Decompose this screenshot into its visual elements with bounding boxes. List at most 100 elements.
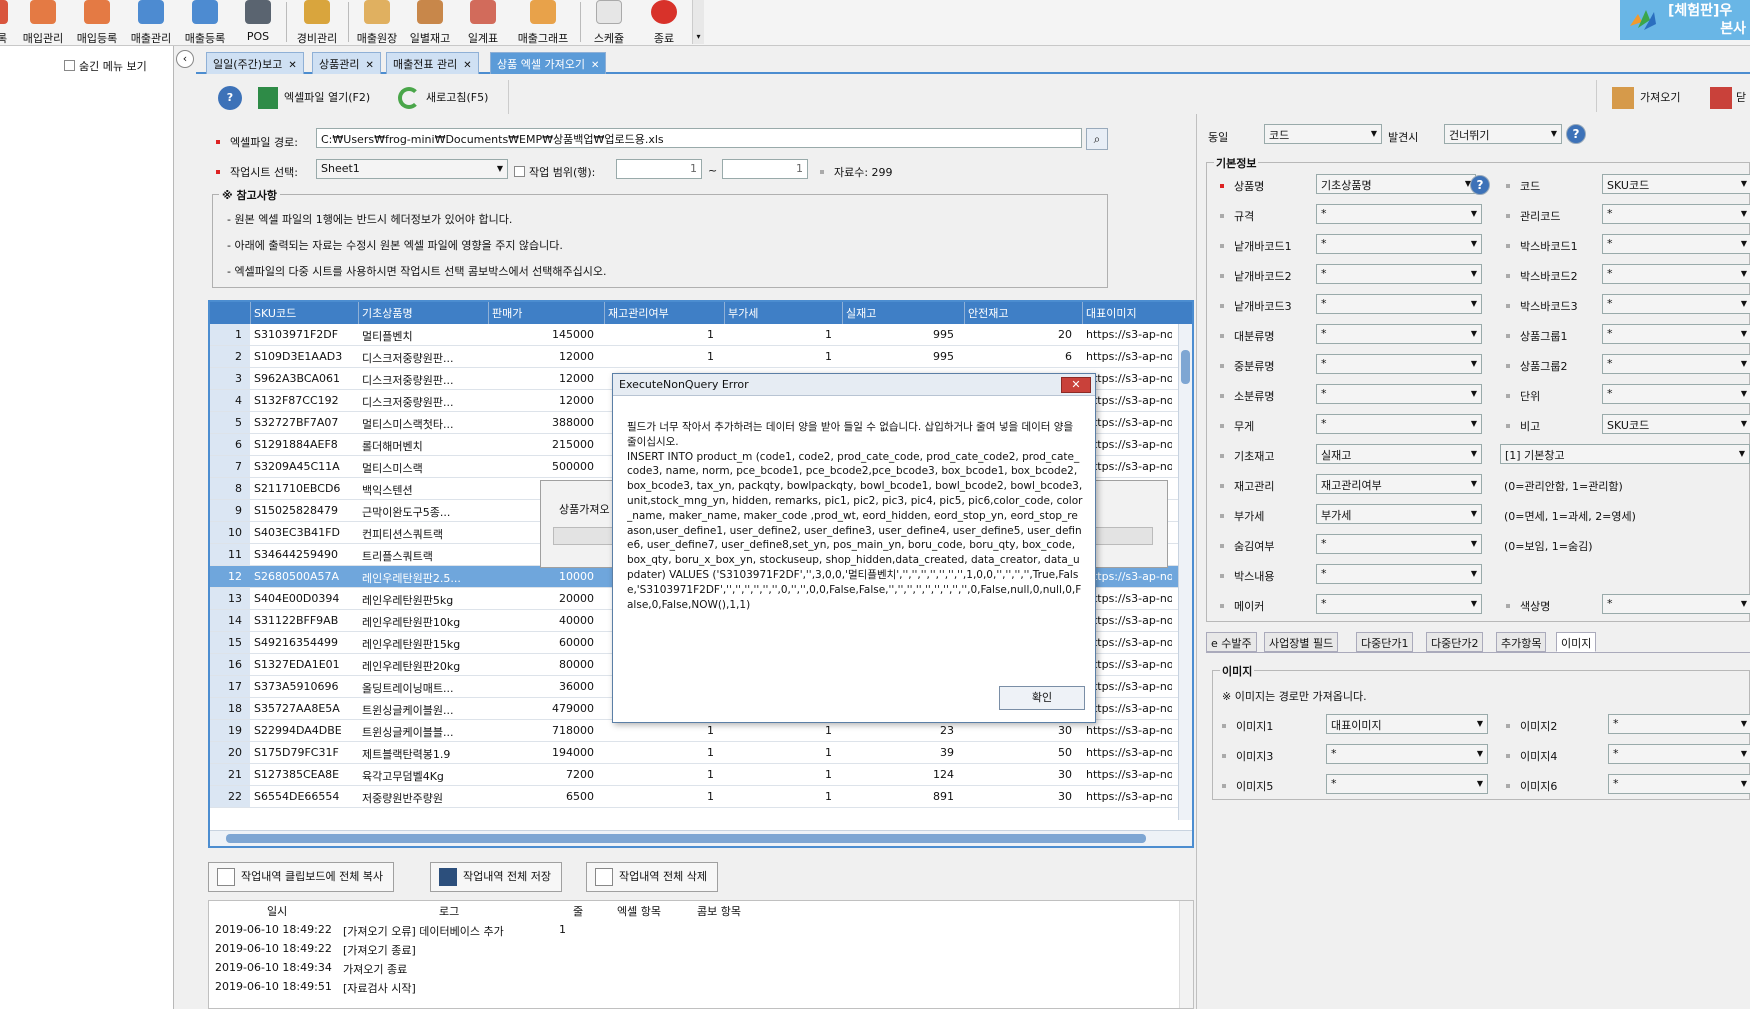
field-mapping-select[interactable]: * xyxy=(1316,204,1482,224)
table-cell[interactable]: S15025828479 xyxy=(254,504,358,517)
toolbar-sales-graph[interactable]: 매출그래프 xyxy=(510,0,576,45)
grid-column-header[interactable]: 안전재고 xyxy=(968,305,1008,321)
table-cell[interactable]: S109D3E1AAD3 xyxy=(254,350,358,363)
table-cell[interactable]: S35727AA8E5A xyxy=(254,702,358,715)
field-mapping-select[interactable]: * xyxy=(1316,294,1482,314)
table-cell[interactable]: 1 xyxy=(728,746,832,759)
table-cell[interactable]: 20 xyxy=(968,328,1072,341)
image-mapping-select[interactable]: * xyxy=(1608,744,1750,764)
table-cell[interactable]: 10000 xyxy=(492,570,594,583)
table-cell[interactable]: 995 xyxy=(846,328,954,341)
table-row[interactable]: 22 S6554DE66554 저중량원반주량원 6500 1 1 891 30 https:/… xyxy=(210,786,1192,808)
toolbar-purchase-manage[interactable]: 매입관리 xyxy=(18,0,68,45)
table-cell[interactable]: S31122BFF9AB xyxy=(254,614,358,627)
field-mapping-select[interactable]: * xyxy=(1602,294,1750,314)
excel-path-input[interactable]: C:₩Users₩frog-mini₩Documents₩EMP₩상품백업₩업로… xyxy=(316,128,1082,148)
image-mapping-select[interactable]: * xyxy=(1608,714,1750,734)
row-number[interactable]: 3 xyxy=(210,368,250,389)
row-number[interactable]: 8 xyxy=(210,478,250,499)
table-cell[interactable]: 레인우레탄원판15kg xyxy=(362,636,476,652)
scroll-thumb[interactable] xyxy=(1181,350,1190,384)
grid-column-header[interactable]: 재고관리여부 xyxy=(608,305,669,321)
log-panel[interactable]: 일시 로그 줄 엑셀 항목 콤보 항목 2019-06-10 18:49:22 [… xyxy=(208,900,1194,1009)
table-cell[interactable]: 500000 xyxy=(492,460,594,473)
table-cell[interactable]: https://s3-ap-no xyxy=(1086,372,1172,385)
table-cell[interactable]: 근막이완도구5종... xyxy=(362,504,476,520)
row-number[interactable]: 12 xyxy=(210,566,250,587)
browse-file-button[interactable]: ⌕ xyxy=(1086,128,1108,150)
subtab-multi-price-1[interactable]: 다중단가1 xyxy=(1356,632,1414,652)
table-cell[interactable]: 194000 xyxy=(492,746,594,759)
table-cell[interactable]: 컨피티션스쿼트랙 xyxy=(362,526,476,542)
table-cell[interactable]: 레인우레탄원판20kg xyxy=(362,658,476,674)
subtab-multi-price-2[interactable]: 다중단가2 xyxy=(1426,632,1484,652)
table-row[interactable]: 20 S175D79FC31F 제트블랙탄력봉1.9 194000 1 1 39 50 http… xyxy=(210,742,1192,764)
table-cell[interactable]: S3209A45C11A xyxy=(254,460,358,473)
ok-button[interactable]: 확인 xyxy=(999,686,1085,710)
table-cell[interactable]: https://s3-ap-no xyxy=(1086,350,1172,363)
help-button[interactable]: ? xyxy=(218,84,242,112)
close-icon[interactable]: ✕ xyxy=(365,60,373,71)
subtab-e-order[interactable]: e 수발주 xyxy=(1206,632,1257,652)
copy-log-button[interactable]: 작업내역 클립보드에 전체 복사 xyxy=(208,862,395,892)
table-cell[interactable]: 디스크저중량원판... xyxy=(362,394,476,410)
help-button[interactable]: ? xyxy=(1566,124,1586,144)
table-cell[interactable]: 육각고무덤벨4Kg xyxy=(362,768,476,784)
image-mapping-select[interactable]: * xyxy=(1608,774,1750,794)
subtab-branch-fields[interactable]: 사업장별 필드 xyxy=(1264,632,1339,652)
save-log-button[interactable]: 작업내역 전체 저장 xyxy=(430,862,562,892)
delete-log-button[interactable]: 작업내역 전체 삭제 xyxy=(586,862,718,892)
row-number[interactable]: 19 xyxy=(210,720,250,741)
table-cell[interactable]: https://s3-ap-no xyxy=(1086,592,1172,605)
row-number[interactable]: 11 xyxy=(210,544,250,565)
table-cell[interactable]: S49216354499 xyxy=(254,636,358,649)
table-cell[interactable]: 145000 xyxy=(492,328,594,341)
field-mapping-select[interactable]: * xyxy=(1316,534,1482,554)
toolbar-exit[interactable]: 종료 xyxy=(640,0,688,45)
table-cell[interactable]: 1 xyxy=(728,724,832,737)
table-cell[interactable]: https://s3-ap-no xyxy=(1086,680,1172,693)
table-cell[interactable]: 1 xyxy=(608,328,714,341)
tab-product-manage[interactable]: 상품관리 ✕ xyxy=(312,52,381,74)
row-number[interactable]: 16 xyxy=(210,654,250,675)
close-window-button[interactable]: 닫 xyxy=(1710,84,1746,112)
image-mapping-select[interactable]: * xyxy=(1326,774,1488,794)
range-checkbox[interactable]: 작업 범위(행): xyxy=(514,164,595,180)
table-cell[interactable]: https://s3-ap-no xyxy=(1086,416,1172,429)
field-mapping-select[interactable]: * xyxy=(1316,234,1482,254)
close-icon[interactable]: ✕ xyxy=(288,60,296,71)
row-number[interactable]: 10 xyxy=(210,522,250,543)
field-mapping-select[interactable]: * xyxy=(1316,384,1482,404)
table-cell[interactable]: https://s3-ap-no xyxy=(1086,768,1172,781)
table-cell[interactable]: S34644259490 xyxy=(254,548,358,561)
field-mapping-select[interactable]: * xyxy=(1316,594,1482,614)
table-cell[interactable]: https://s3-ap-no xyxy=(1086,460,1172,473)
table-cell[interactable]: 6500 xyxy=(492,790,594,803)
row-number[interactable]: 7 xyxy=(210,456,250,477)
table-cell[interactable]: https://s3-ap-no xyxy=(1086,438,1172,451)
table-cell[interactable]: 멀티스미스랙 xyxy=(362,460,476,476)
table-cell[interactable]: 50 xyxy=(968,746,1072,759)
table-cell[interactable]: 215000 xyxy=(492,438,594,451)
table-cell[interactable]: https://s3-ap-no xyxy=(1086,328,1172,341)
table-cell[interactable]: S3103971F2DF xyxy=(254,328,358,341)
sheet-select[interactable]: Sheet1 xyxy=(316,159,508,179)
table-cell[interactable]: 1 xyxy=(608,724,714,737)
table-cell[interactable]: 995 xyxy=(846,350,954,363)
subtab-extra-items[interactable]: 추가항목 xyxy=(1496,632,1547,652)
toolbar-expense[interactable]: 경비관리 xyxy=(292,0,342,45)
log-scrollbar[interactable] xyxy=(1179,901,1193,1008)
field-mapping-select[interactable]: SKU코드 xyxy=(1602,414,1750,434)
table-cell[interactable]: 트리플스쿼트랙 xyxy=(362,548,476,564)
table-cell[interactable]: 36000 xyxy=(492,680,594,693)
table-cell[interactable]: https://s3-ap-no xyxy=(1086,702,1172,715)
warehouse-select[interactable]: [1] 기본창고 xyxy=(1500,444,1750,464)
field-mapping-select[interactable]: * xyxy=(1602,234,1750,254)
table-cell[interactable]: 12000 xyxy=(492,350,594,363)
table-row[interactable]: 21 S127385CEA8E 육각고무덤벨4Kg 7200 1 1 124 30 https:… xyxy=(210,764,1192,786)
table-cell[interactable]: 6 xyxy=(968,350,1072,363)
grid-column-header[interactable]: 대표이미지 xyxy=(1086,305,1137,321)
table-cell[interactable]: https://s3-ap-no xyxy=(1086,790,1172,803)
table-cell[interactable]: 30 xyxy=(968,724,1072,737)
table-cell[interactable]: 12000 xyxy=(492,394,594,407)
